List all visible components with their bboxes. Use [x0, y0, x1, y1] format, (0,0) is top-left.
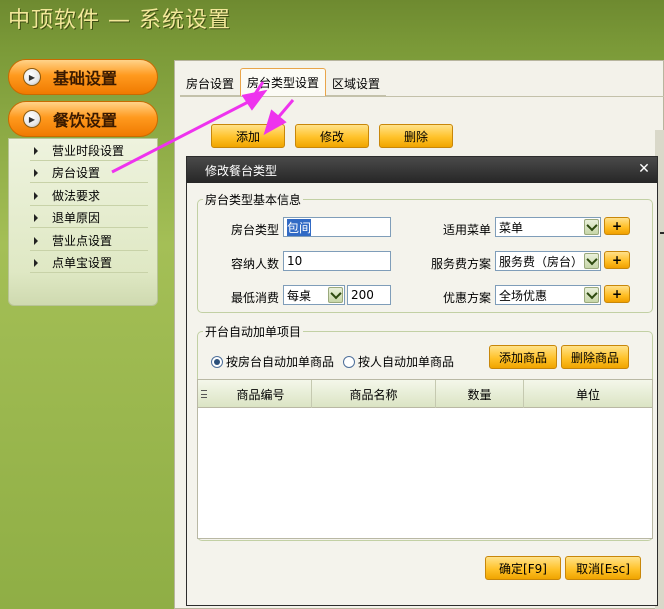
- add-service-fee-button[interactable]: +: [604, 251, 630, 269]
- sidebar-item-order-device[interactable]: 点单宝设置: [30, 253, 148, 273]
- dialog-title: 修改餐台类型: [205, 163, 278, 178]
- discount-value: 全场优惠: [499, 288, 548, 303]
- min-spend-label: 最低消费: [230, 291, 279, 305]
- service-fee-label: 服务费方案: [430, 257, 491, 271]
- triangle-right-icon: [34, 236, 38, 245]
- sidebar-item-room-settings[interactable]: 房台设置: [30, 163, 148, 183]
- room-type-value: 包间: [287, 218, 312, 236]
- chevron-down-icon[interactable]: [584, 253, 599, 269]
- radio-by-person-label: 按人自动加单商品: [358, 355, 455, 369]
- sidebar-item-label: 营业时段设置: [52, 144, 125, 158]
- tab-room-type-settings[interactable]: 房台类型设置: [240, 68, 327, 96]
- nav-group-basic-settings[interactable]: ▶ 基础设置: [8, 59, 158, 95]
- sidebar-item-business-hours[interactable]: 营业时段设置: [30, 141, 148, 161]
- column-header-goods-name[interactable]: 商品名称: [312, 380, 436, 408]
- nav-group-label: 基础设置: [53, 69, 118, 88]
- auto-add-group-title: 开台自动加单项目: [203, 323, 304, 340]
- tab-room-settings[interactable]: 房台设置: [180, 72, 241, 96]
- sidebar-item-business-points[interactable]: 营业点设置: [30, 231, 148, 251]
- add-menu-button[interactable]: +: [604, 217, 630, 235]
- radio-by-room[interactable]: 按房台自动加单商品: [211, 353, 334, 370]
- delete-button[interactable]: 删除: [379, 124, 453, 148]
- triangle-right-icon: [34, 258, 38, 267]
- triangle-right-icon: [34, 191, 38, 200]
- capacity-label: 容纳人数: [230, 257, 279, 271]
- chevron-down-icon[interactable]: [328, 287, 343, 303]
- service-fee-select[interactable]: 服务费（房台）: [495, 251, 601, 271]
- add-discount-button[interactable]: +: [604, 285, 630, 303]
- sidebar-item-return-reasons[interactable]: 退单原因: [30, 208, 148, 228]
- nav-group-catering-settings[interactable]: ▶ 餐饮设置: [8, 101, 158, 137]
- triangle-right-icon: [34, 146, 38, 155]
- min-spend-mode-select[interactable]: 每桌: [283, 285, 345, 305]
- tab-divider: [180, 96, 664, 97]
- menu-value: 菜单: [499, 220, 524, 235]
- play-icon: ▶: [23, 110, 41, 128]
- sidebar-item-label: 退单原因: [52, 211, 101, 225]
- goods-grid[interactable]: 商品编号 商品名称 数量 单位: [197, 379, 653, 539]
- room-type-input[interactable]: 包间: [283, 217, 391, 237]
- radio-unselected-icon: [343, 355, 355, 368]
- row-selector-icon: [201, 390, 207, 398]
- play-icon: ▶: [23, 68, 41, 86]
- close-icon[interactable]: ✕: [637, 162, 651, 176]
- sidebar-item-label: 营业点设置: [52, 234, 113, 248]
- tab-bar: 房台设置 房台类型设置 区域设置: [180, 68, 387, 96]
- discount-select[interactable]: 全场优惠: [495, 285, 601, 305]
- min-spend-mode-value: 每桌: [287, 288, 312, 303]
- chevron-down-icon[interactable]: [584, 219, 599, 235]
- column-header-unit[interactable]: 单位: [524, 380, 652, 408]
- basic-info-group-title: 房台类型基本信息: [203, 191, 304, 208]
- goods-grid-header: 商品编号 商品名称 数量 单位: [198, 380, 652, 408]
- discount-label: 优惠方案: [442, 291, 491, 305]
- column-header-goods-code[interactable]: 商品编号: [210, 380, 312, 408]
- cancel-button[interactable]: 取消[Esc]: [565, 556, 641, 580]
- min-spend-input[interactable]: 200: [347, 285, 391, 305]
- capacity-input[interactable]: 10: [283, 251, 391, 271]
- add-goods-button[interactable]: 添加商品: [489, 345, 557, 369]
- triangle-right-icon: [34, 168, 38, 177]
- radio-by-person[interactable]: 按人自动加单商品: [343, 353, 454, 370]
- room-type-label: 房台类型: [230, 223, 279, 237]
- radio-selected-icon: [211, 355, 223, 368]
- sidebar-item-cooking-requirements[interactable]: 做法要求: [30, 186, 148, 206]
- menu-select[interactable]: 菜单: [495, 217, 601, 237]
- add-button[interactable]: 添加: [211, 124, 285, 148]
- panel-edge-marker: [660, 232, 664, 234]
- radio-by-room-label: 按房台自动加单商品: [226, 355, 335, 369]
- sidebar-item-label: 点单宝设置: [52, 256, 113, 270]
- nav-group-label: 餐饮设置: [53, 111, 118, 130]
- service-fee-value: 服务费（房台）: [499, 254, 584, 269]
- triangle-right-icon: [34, 213, 38, 222]
- edit-button[interactable]: 修改: [295, 124, 369, 148]
- delete-goods-button[interactable]: 删除商品: [561, 345, 629, 369]
- app-title: 中顶软件 — 系统设置: [8, 8, 231, 33]
- confirm-button[interactable]: 确定[F9]: [485, 556, 561, 580]
- chevron-down-icon[interactable]: [584, 287, 599, 303]
- sidebar-item-label: 房台设置: [52, 166, 101, 180]
- sidebar-item-label: 做法要求: [52, 189, 101, 203]
- edit-room-type-dialog: 修改餐台类型 ✕ 房台类型基本信息 房台类型 包间 容纳人数 10 最低消费 每…: [186, 156, 658, 606]
- menu-label: 适用菜单: [442, 223, 491, 237]
- tab-area-settings[interactable]: 区域设置: [326, 72, 387, 96]
- dialog-title-bar[interactable]: 修改餐台类型: [187, 157, 657, 183]
- column-header-quantity[interactable]: 数量: [436, 380, 524, 408]
